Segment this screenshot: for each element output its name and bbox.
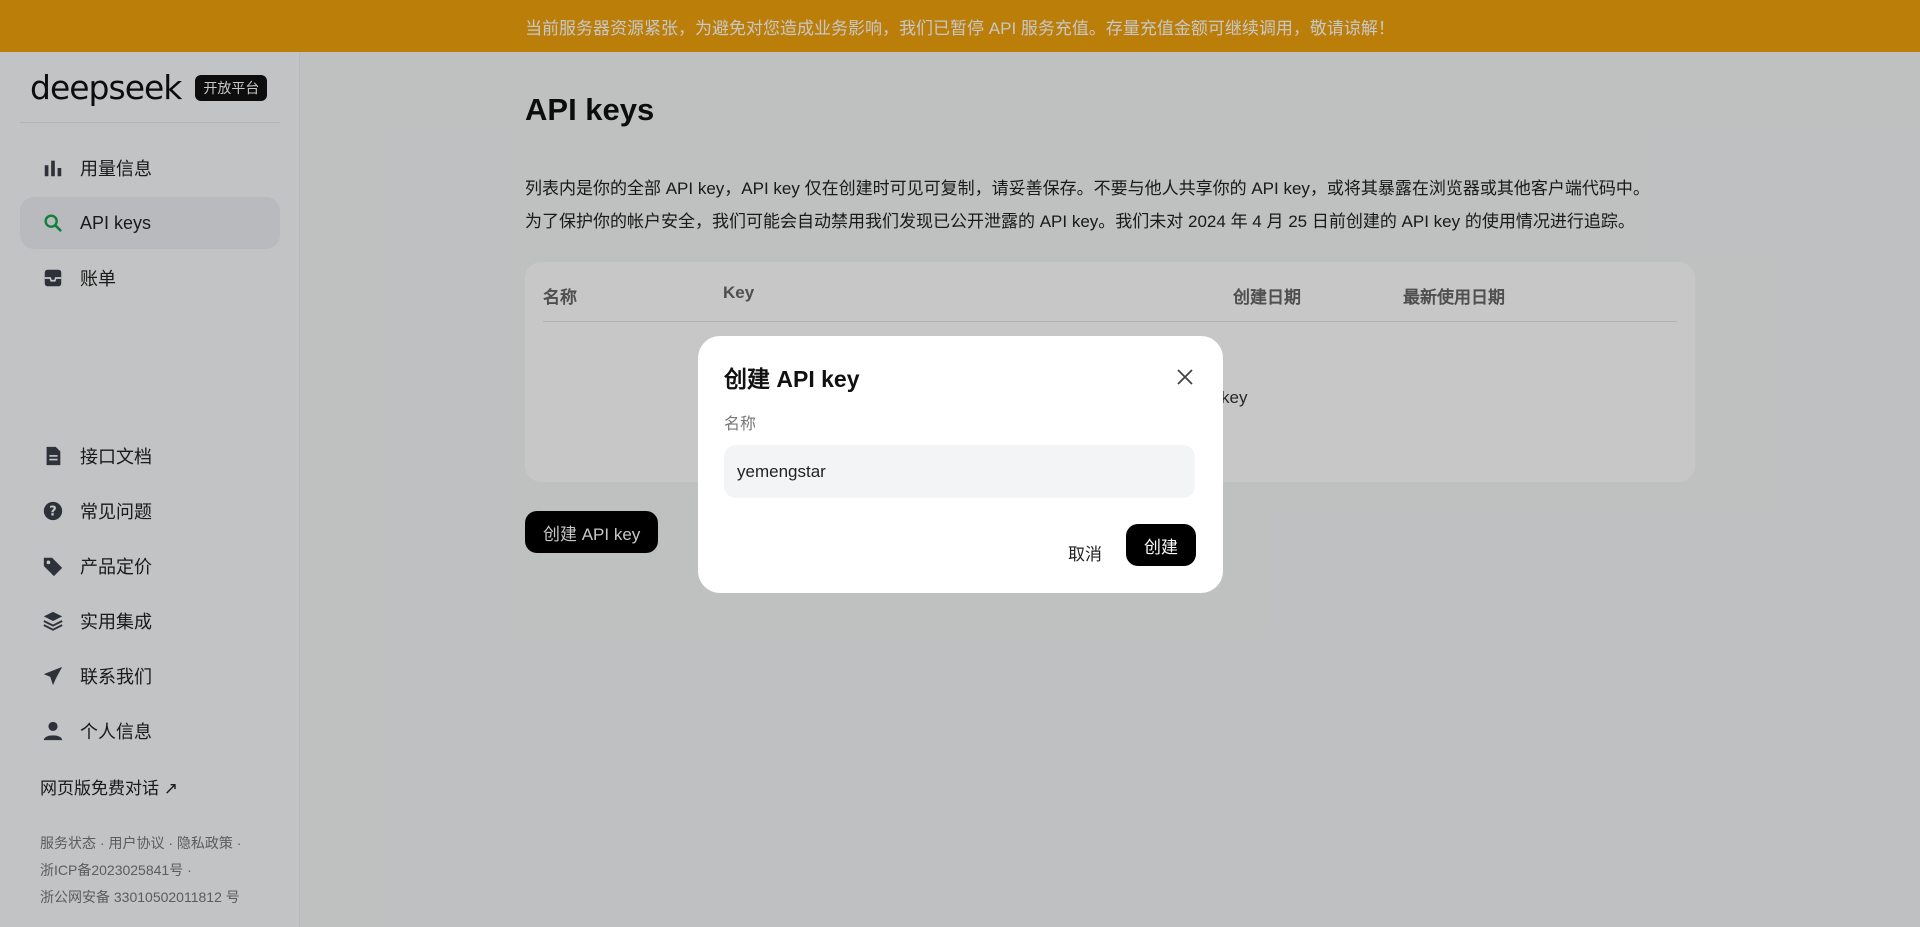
cancel-button[interactable]: 取消 xyxy=(1058,531,1112,573)
create-api-key-dialog: 创建 API key 名称 取消 创建 xyxy=(698,336,1223,593)
create-button[interactable]: 创建 xyxy=(1126,524,1196,566)
name-field-label: 名称 xyxy=(724,416,757,433)
name-input[interactable] xyxy=(724,445,1195,498)
dialog-title: 创建 API key xyxy=(724,366,860,392)
close-icon[interactable] xyxy=(1172,364,1198,390)
